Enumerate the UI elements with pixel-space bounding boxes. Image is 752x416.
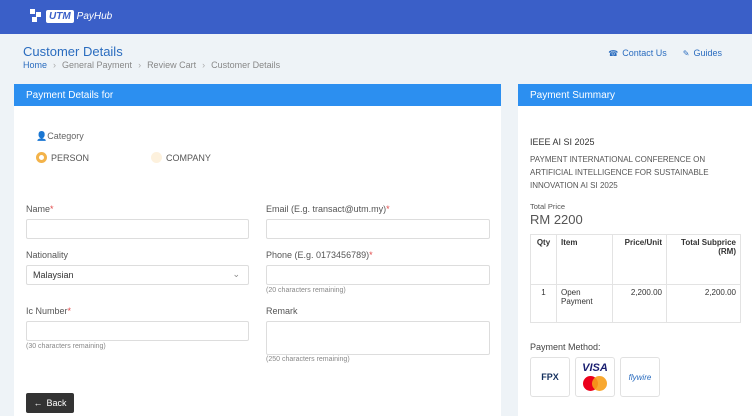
logo-text: PayHub (76, 10, 113, 22)
visa-logo-icon: VISA (582, 362, 608, 374)
chevron-right-icon: › (202, 60, 206, 70)
breadcrumb-review-cart[interactable]: Review Cart (147, 60, 196, 70)
breadcrumb-customer-details: Customer Details (211, 60, 281, 70)
item-title: IEEE AI SI 2025 (530, 137, 595, 147)
top-links: ☎ Contact Us ✎ Guides (608, 48, 722, 58)
flywire-logo-icon: flywire (628, 372, 652, 382)
name-label: Name* (26, 204, 54, 214)
row-subtotal: 2,200.00 (666, 284, 741, 323)
arrow-left-icon: ← (33, 398, 43, 408)
phone-icon: ☎ (608, 49, 619, 58)
contact-us-label: Contact Us (622, 48, 667, 58)
total-price-value: RM 2200 (530, 212, 583, 227)
book-icon: ✎ (682, 49, 690, 58)
phone-hint: (20 characters remaining) (266, 287, 346, 294)
flywire-option[interactable]: flywire (620, 357, 660, 397)
back-button[interactable]: ← Back (26, 393, 74, 413)
fpx-logo-icon: FPX (541, 372, 559, 382)
contact-us-link[interactable]: ☎ Contact Us (608, 48, 667, 58)
mastercard-logo-icon (583, 376, 607, 391)
radio-person-label: PERSON (51, 152, 90, 163)
payment-summary-heading: Payment Summary (518, 84, 752, 106)
breadcrumb-home[interactable]: Home (23, 60, 47, 70)
ic-label-text: Ic Number (26, 306, 68, 316)
row-item: Open Payment (556, 284, 613, 323)
remark-textarea[interactable] (266, 321, 490, 355)
nationality-value: Malaysian (33, 270, 74, 280)
required-mark: * (50, 204, 54, 214)
fpx-option[interactable]: FPX (530, 357, 570, 397)
email-label: Email (E.g. transact@utm.my)* (266, 204, 390, 214)
phone-label: Phone (E.g. 0173456789)* (266, 250, 373, 260)
required-mark: * (386, 204, 390, 214)
phone-label-text: Phone (E.g. 0173456789) (266, 250, 370, 260)
name-label-text: Name (26, 204, 51, 214)
utm-payhub-logo[interactable]: UTM PayHub (30, 6, 112, 26)
user-icon: 👤 (36, 131, 48, 141)
phone-input[interactable] (266, 265, 490, 285)
total-price-label: Total Price (530, 202, 566, 211)
ic-hint: (30 characters remaining) (26, 343, 106, 350)
page-title: Customer Details (23, 44, 123, 59)
radio-person[interactable]: PERSON (36, 152, 89, 163)
table-row: 1 Open Payment 2,200.00 2,200.00 (530, 284, 741, 323)
guides-link[interactable]: ✎ Guides (683, 48, 722, 58)
radio-company[interactable]: COMPANY (151, 152, 211, 163)
nationality-select[interactable]: Malaysian ⌄ (26, 265, 249, 285)
logo-box-text: UTM (46, 9, 74, 23)
ic-number-input[interactable] (26, 321, 249, 341)
email-label-text: Email (E.g. transact@utm.my) (266, 204, 387, 214)
logo-grid-icon (30, 9, 44, 23)
email-input[interactable] (266, 219, 490, 239)
chevron-down-icon: ⌄ (232, 269, 240, 279)
row-qty: 1 (530, 284, 557, 323)
payment-method-list: FPX VISA flywire (530, 357, 660, 397)
name-input[interactable] (26, 219, 249, 239)
remark-label: Remark (266, 306, 298, 316)
top-bar: UTM PayHub (0, 0, 752, 34)
col-subtotal: Total Subprice (RM) (666, 234, 741, 285)
category-label-text: Category (47, 131, 84, 141)
summary-table: Qty Item Price/Unit Total Subprice (RM) … (530, 234, 741, 323)
payment-summary-card: Payment Summary IEEE AI SI 2025 PAYMENT … (518, 84, 752, 416)
item-description: PAYMENT INTERNATIONAL CONFERENCE ON ARTI… (530, 155, 709, 190)
table-header-row: Qty Item Price/Unit Total Subprice (RM) (530, 234, 741, 285)
breadcrumb-general-payment[interactable]: General Payment (62, 60, 132, 70)
breadcrumb: Home › General Payment › Review Cart › C… (23, 60, 280, 70)
payment-details-card: Payment Details for 👤Category PERSON COM… (14, 84, 501, 416)
guides-label: Guides (693, 48, 722, 58)
chevron-right-icon: › (138, 60, 142, 70)
chevron-right-icon: › (53, 60, 57, 70)
col-qty: Qty (530, 234, 557, 285)
ic-label: Ic Number* (26, 306, 71, 316)
radio-selected-icon (36, 152, 47, 163)
required-mark: * (67, 306, 72, 316)
payment-details-heading: Payment Details for (14, 84, 501, 106)
required-mark: * (369, 250, 373, 260)
col-price: Price/Unit (612, 234, 667, 285)
card-option[interactable]: VISA (575, 357, 615, 397)
nationality-label: Nationality (26, 250, 69, 260)
payment-method-label: Payment Method: (530, 342, 601, 352)
radio-company-label: COMPANY (166, 152, 211, 163)
row-price: 2,200.00 (612, 284, 667, 323)
radio-unselected-icon (151, 152, 162, 163)
category-label: 👤Category (36, 131, 84, 142)
back-button-label: Back (46, 398, 67, 408)
col-item: Item (556, 234, 613, 285)
remark-hint: (250 characters remaining) (266, 356, 350, 363)
